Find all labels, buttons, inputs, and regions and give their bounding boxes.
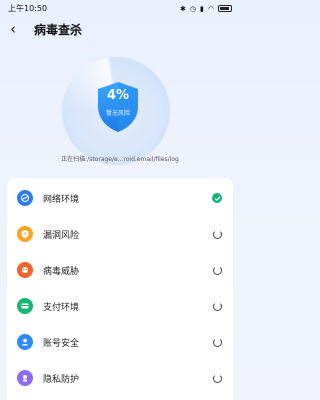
alarm-icon: ◷ xyxy=(189,4,197,13)
check-item-network[interactable]: 网络环境 xyxy=(17,186,223,210)
globe-icon xyxy=(17,190,33,206)
check-item-label: 网络环境 xyxy=(43,194,80,205)
scan-path-text: 正在扫描:/storage/e...roid.email/files/log xyxy=(61,156,179,163)
privacy-icon xyxy=(17,370,33,386)
status-time: 上午10:50 xyxy=(8,4,48,13)
check-done-icon xyxy=(211,192,223,204)
check-item-label: 病毒威胁 xyxy=(43,266,80,277)
check-list-card: 网络环境 漏洞风险 病毒威胁 支付环境 账号安全 隐私防护 xyxy=(7,178,233,400)
shield-alert-icon xyxy=(17,226,33,242)
check-item-label: 支付环境 xyxy=(43,302,80,313)
spinner-icon xyxy=(211,228,223,240)
spinner-icon xyxy=(211,336,223,348)
check-item-account[interactable]: 账号安全 xyxy=(17,330,223,354)
spinner-icon xyxy=(211,300,223,312)
card-icon xyxy=(17,298,33,314)
virus-icon xyxy=(17,262,33,278)
check-item-privacy[interactable]: 隐私防护 xyxy=(17,366,223,390)
scan-subtitle: 暂无风险 xyxy=(105,110,130,117)
user-icon xyxy=(17,334,33,350)
scan-percent: 4% xyxy=(106,88,130,103)
check-item-vulnerability[interactable]: 漏洞风险 xyxy=(17,222,223,246)
check-item-label: 账号安全 xyxy=(43,338,80,349)
back-icon[interactable]: ‹ xyxy=(10,21,28,37)
page-title: 病毒查杀 xyxy=(34,22,83,37)
check-item-label: 隐私防护 xyxy=(43,374,80,385)
check-item-payment[interactable]: 支付环境 xyxy=(17,294,223,318)
bluetooth-icon: ✱ xyxy=(180,4,186,13)
status-icons: ✱ ◷ ▮ ◠ xyxy=(180,5,232,13)
header: ‹ 病毒查杀 xyxy=(0,14,240,44)
check-item-label: 漏洞风险 xyxy=(43,230,80,241)
wifi-icon: ◠ xyxy=(207,4,214,13)
signal-icon: ▮ xyxy=(200,4,204,13)
spinner-icon xyxy=(211,372,223,384)
spinner-icon xyxy=(211,264,223,276)
check-item-virus[interactable]: 病毒威胁 xyxy=(17,258,223,282)
battery-icon xyxy=(218,5,232,12)
status-bar: 上午10:50 ✱ ◷ ▮ ◠ xyxy=(0,0,240,14)
